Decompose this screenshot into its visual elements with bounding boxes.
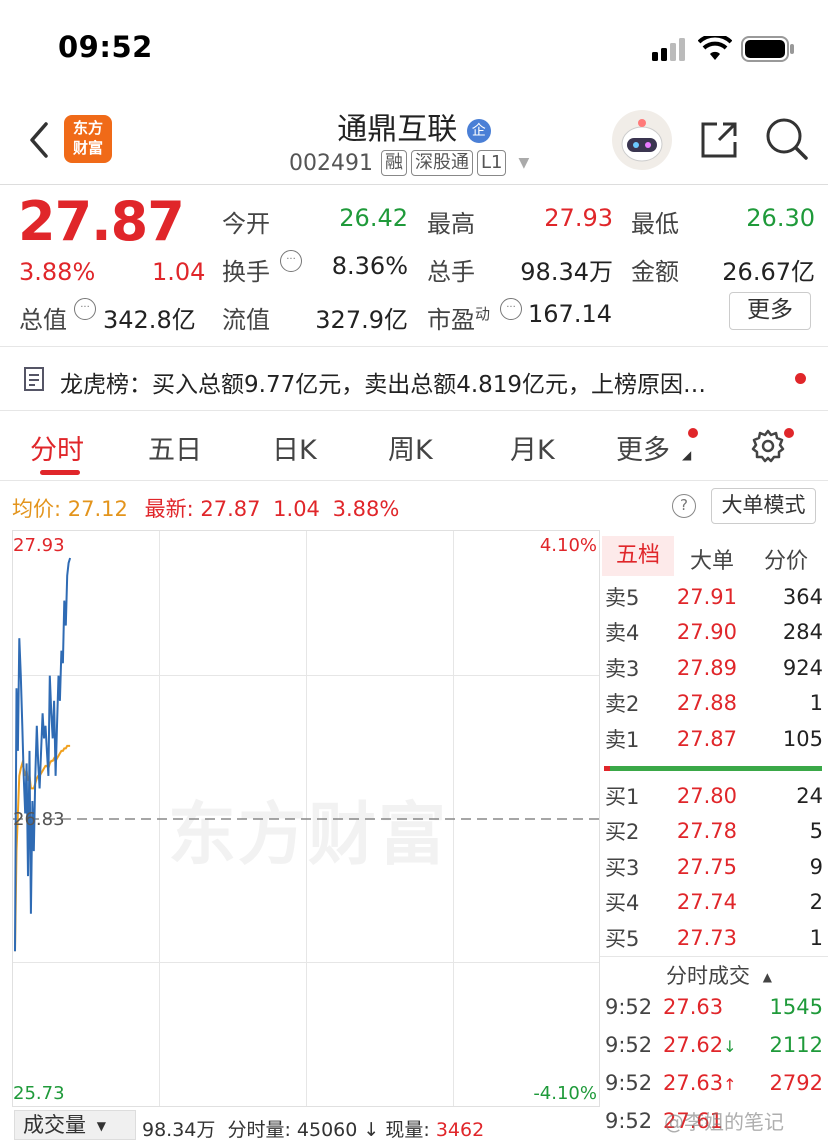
chart-info-row: 均价: 27.12 最新: 27.87 1.04 3.88% <box>12 493 399 523</box>
pct-bottom-label: -4.10% <box>533 1083 597 1104</box>
price-line <box>14 557 72 952</box>
ask-row-1: 卖1 27.87 105 <box>605 727 823 752</box>
tab-active-indicator <box>40 470 80 475</box>
turnover-value: 8.36% <box>331 252 408 280</box>
pe-value: 167.14 <box>528 300 612 328</box>
ask-row-3: 卖3 27.89 924 <box>605 656 823 681</box>
corner-triangle-icon: ◢ <box>682 448 692 462</box>
bid-row-1: 买1 27.80 24 <box>605 784 823 809</box>
float-value: 327.9亿 <box>315 306 408 334</box>
volume-selector[interactable]: 成交量 ▼ <box>14 1110 136 1140</box>
ask-row-4: 卖4 27.90 284 <box>605 620 823 645</box>
help-icon[interactable]: ? <box>672 494 696 518</box>
amount-label: 金额 <box>631 258 679 286</box>
status-time: 09:52 <box>58 30 153 64</box>
float-value-label: 流值 <box>222 306 270 334</box>
margin-tag: 融 <box>380 150 407 176</box>
orderbook-tab-big[interactable]: 大单 <box>690 543 734 575</box>
y-top-label: 27.93 <box>13 535 65 556</box>
connect-tag: 深股通 <box>410 150 473 176</box>
pe-info-icon[interactable]: ··· <box>500 298 522 320</box>
more-dot-icon <box>688 428 698 438</box>
bid-row-5: 买5 27.73 1 <box>605 926 823 951</box>
tab-month-k[interactable]: 月K <box>510 428 555 467</box>
current-price: 27.87 <box>18 190 185 253</box>
orderbook-tab-price[interactable]: 分价 <box>764 543 808 575</box>
battery-icon <box>741 36 795 66</box>
big-order-mode-button[interactable]: 大单模式 <box>711 488 816 524</box>
market-value-info-icon[interactable]: ··· <box>74 298 96 320</box>
y-bottom-label: 25.73 <box>13 1083 65 1104</box>
stock-name: 通鼎互联 <box>337 112 458 147</box>
enterprise-badge-icon: 企 <box>466 118 491 143</box>
trade-row: 9:52 27.63↑ 2792 <box>605 1071 823 1095</box>
trade-row: 9:52 27.63 1545 <box>605 995 823 1019</box>
search-icon[interactable] <box>764 116 810 166</box>
high-label: 最高 <box>427 210 475 238</box>
avg-value: 27.12 <box>67 497 128 521</box>
y-mid-label: 26.83 <box>13 809 65 830</box>
settings-dot-icon <box>784 428 794 438</box>
change-percent: 3.88% <box>19 258 96 286</box>
robot-avatar-icon[interactable] <box>612 110 672 170</box>
volume-info: 98.34万 分时量: 45060 ↓ 现量: 3462 <box>142 1119 485 1141</box>
tab-day-k[interactable]: 日K <box>272 428 317 467</box>
stock-code-row: 002491 融 深股通 L1 ▼ <box>289 150 529 176</box>
wifi-icon <box>697 33 733 66</box>
dragon-tiger-notice[interactable]: 龙虎榜：买入总额9.77亿元，卖出总额4.819亿元，上榜原因… <box>60 365 706 399</box>
change-amount: 1.04 <box>152 258 206 286</box>
turnover-info-icon[interactable]: ··· <box>280 250 302 272</box>
bid-row-3: 买3 27.75 9 <box>605 855 823 880</box>
latest-label: 最新: <box>144 497 194 521</box>
bid-row-2: 买2 27.78 5 <box>605 819 823 844</box>
price-line-chart <box>13 557 599 952</box>
latest-value: 27.87 <box>200 497 261 521</box>
open-label: 今开 <box>222 210 270 238</box>
tab-five-day[interactable]: 五日 <box>148 428 202 467</box>
settings-gear-icon[interactable] <box>750 428 786 468</box>
latest-percent: 3.88% <box>332 497 400 521</box>
low-label: 最低 <box>631 210 679 238</box>
chevron-down-icon[interactable]: ▼ <box>518 155 529 171</box>
tab-more[interactable]: 更多 <box>616 428 670 467</box>
volume-value: 98.34万 <box>520 258 613 286</box>
low-value: 26.30 <box>746 204 815 232</box>
notice-dot-icon <box>795 373 806 384</box>
stock-code: 002491 <box>289 150 373 176</box>
avg-label: 均价: <box>12 497 62 521</box>
signal-icon <box>652 38 692 66</box>
caret-up-icon: ▲ <box>762 970 772 984</box>
turnover-label: 换手 <box>222 258 270 286</box>
ask-row-2: 卖2 27.88 1 <box>605 691 823 716</box>
amount-value: 26.67亿 <box>722 258 815 286</box>
dropdown-triangle-icon: ▼ <box>96 1119 106 1133</box>
market-value-label: 总值 <box>19 306 67 334</box>
more-quote-button[interactable]: 更多 <box>729 292 811 330</box>
market-value: 342.8亿 <box>103 306 196 334</box>
weibo-watermark: @李姐的笔记 <box>664 1110 784 1134</box>
bid-row-4: 买4 27.74 2 <box>605 890 823 915</box>
bid-ask-ratio-bar <box>604 766 822 771</box>
intraday-chart[interactable]: 东方财富 27.93 26.83 25.73 4.10% -4.10% <box>12 530 600 1107</box>
latest-change: 1.04 <box>273 497 320 521</box>
tab-intraday[interactable]: 分时 <box>30 428 84 467</box>
pe-label: 市盈动 <box>427 305 491 334</box>
open-value: 26.42 <box>339 204 408 232</box>
level-tag: L1 <box>476 150 507 176</box>
ask-row-5: 卖5 27.91 364 <box>605 585 823 610</box>
share-icon[interactable] <box>697 118 741 166</box>
tab-week-k[interactable]: 周K <box>388 428 433 467</box>
pct-top-label: 4.10% <box>539 535 597 556</box>
volume-label: 总手 <box>427 258 475 286</box>
orderbook-tab-five[interactable]: 五档 <box>602 536 674 576</box>
trade-row: 9:52 27.62↓ 2112 <box>605 1033 823 1057</box>
trades-title[interactable]: 分时成交 ▲ <box>666 960 772 990</box>
high-value: 27.93 <box>544 204 613 232</box>
document-icon <box>22 365 48 397</box>
